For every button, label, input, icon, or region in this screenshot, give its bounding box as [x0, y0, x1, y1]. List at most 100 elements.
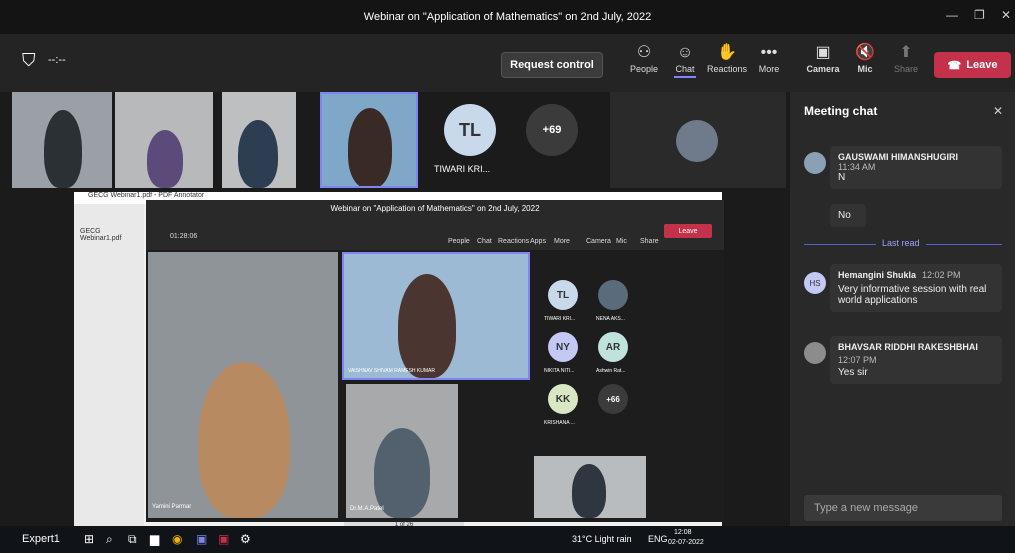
shared-timer: 01:28:06 [170, 233, 198, 240]
participant-silhouette [44, 110, 82, 188]
message-text: N [838, 172, 846, 183]
windows-icon[interactable]: ⊞ [84, 532, 94, 546]
shared-name-1: Yamini Parmar [152, 504, 192, 510]
people-icon: ⚇ [636, 44, 652, 61]
shared-reactions: Reactions [498, 238, 530, 245]
camera-button[interactable]: ▣ Camera [801, 42, 845, 86]
chat-active-indicator [674, 76, 696, 78]
chat-icon: ☺ [676, 44, 694, 61]
participant-silhouette [374, 428, 430, 518]
message-time: 11:34 AM [838, 162, 876, 172]
camera-off-icon: ▣ [815, 44, 831, 61]
phone-icon: ☎ [947, 59, 962, 72]
shared-roster-name: KRISHANA ... [544, 420, 575, 426]
participant-silhouette [572, 464, 606, 518]
file-explorer-icon[interactable]: ▆ [150, 532, 159, 546]
pdf-file-tab[interactable]: GECG Webinar1.pdf [80, 228, 144, 242]
shared-apps: Apps [530, 238, 546, 245]
title-bar: Webinar on "Application of Mathematics" … [0, 0, 1015, 34]
shared-avatar-photo [598, 280, 628, 310]
shared-share: Share [640, 238, 659, 245]
shared-avatar-ny: NY [548, 332, 578, 362]
message-time: 12:02 PM [922, 270, 961, 280]
maximize-icon[interactable]: ❐ [974, 8, 985, 22]
pdf-sidebar: GECG Webinar1.pdf [74, 204, 144, 530]
shared-mic: Mic [616, 238, 627, 245]
shared-video-patel: Dr.M.A.Patel [346, 384, 458, 518]
mic-off-icon: 🔇 [855, 44, 875, 61]
taskbar-user: Expert1 [22, 533, 60, 545]
video-tile-speaker[interactable] [320, 92, 418, 188]
shared-video-small [534, 456, 646, 518]
chat-avatar [804, 152, 826, 174]
request-control-button[interactable]: Request control [501, 52, 603, 78]
avatar-tl: TL [444, 104, 496, 156]
shared-toolbar: Webinar on "Application of Mathematics" … [146, 200, 724, 250]
video-tile-2[interactable] [115, 92, 213, 188]
shared-chat: Chat [477, 238, 492, 245]
reactions-button[interactable]: ✋ Reactions [705, 42, 749, 86]
weather[interactable]: 31°C Light rain [572, 534, 632, 544]
last-read-label: Last read [876, 238, 926, 248]
overflow-count[interactable]: +69 [526, 104, 578, 156]
message-text: Yes sir [838, 367, 868, 378]
close-window-icon[interactable]: ✕ [1001, 8, 1011, 22]
shared-camera: Camera [586, 238, 611, 245]
reactions-icon: ✋ [717, 44, 737, 61]
shared-video-yamini: Yamini Parmar [148, 252, 338, 518]
chat-button[interactable]: ☺ Chat [663, 42, 707, 86]
chat-avatar-hs: HS [804, 272, 826, 294]
mic-button[interactable]: 🔇 Mic [843, 42, 887, 86]
language[interactable]: ENG [648, 534, 668, 544]
chat-message: No [830, 204, 866, 227]
more-icon: ••• [760, 44, 778, 61]
shared-screen: GECG Webinar1.pdf - PDF Annotator GECG W… [74, 192, 724, 530]
minimize-icon[interactable]: — [946, 8, 958, 22]
task-view-icon[interactable]: ⧉ [128, 532, 137, 547]
chat-panel: Meeting chat ✕ GAUSWAMI HIMANSHUGIRI 11:… [790, 92, 1015, 542]
message-author: BHAVSAR RIDDHI RAKESHBHAI [838, 342, 978, 352]
pdf-app-icon[interactable]: ▣ [218, 532, 229, 546]
close-chat-icon[interactable]: ✕ [993, 104, 1003, 118]
message-time: 12:07 PM [838, 355, 877, 365]
message-text: Very informative session with real world… [838, 284, 987, 306]
participant-silhouette [238, 120, 278, 188]
settings-icon[interactable]: ⚙ [240, 532, 251, 546]
meeting-timer: --:-- [48, 54, 66, 66]
chat-message: BHAVSAR RIDDHI RAKESHBHAI 12:07 PM Yes s… [830, 336, 1002, 384]
participant-photo [676, 120, 718, 162]
shared-people: People [448, 238, 470, 245]
share-button[interactable]: ⬆ Share [884, 42, 928, 86]
participant-silhouette [348, 108, 392, 186]
chat-input[interactable]: Type a new message [804, 495, 1002, 521]
message-author: Hemangini Shukla [838, 270, 917, 280]
leave-button[interactable]: ☎ Leave [934, 52, 1011, 78]
shared-avatar-ar: AR [598, 332, 628, 362]
teams-icon[interactable]: ▣ [196, 532, 207, 546]
clock-date: 02-07-2022 [668, 539, 704, 546]
shared-avatar-kk: KK [548, 384, 578, 414]
shared-avatar-tl: TL [548, 280, 578, 310]
search-icon[interactable]: ⌕ [106, 532, 113, 547]
shared-video-speaker: VAISHNAV SHIVAM RAMESH KUMAR [342, 252, 530, 380]
participant-silhouette [398, 274, 456, 378]
shared-speaker-name: VAISHNAV SHIVAM RAMESH KUMAR [348, 368, 435, 374]
shared-roster-name: NENA AKS... [596, 316, 625, 322]
video-tile-4[interactable] [610, 92, 786, 188]
more-button[interactable]: ••• More [747, 42, 791, 86]
video-tile-3[interactable] [222, 92, 296, 188]
taskbar: Expert1 ⊞ ⌕ ⧉ ▆ ◉ ▣ ▣ ⚙ 31°C Light rain … [0, 526, 1015, 553]
shared-teams-window: Webinar on "Application of Mathematics" … [146, 200, 724, 522]
chat-title: Meeting chat [804, 104, 878, 118]
chat-message: Hemangini Shukla 12:02 PM Very informativ… [830, 264, 1002, 312]
chrome-icon[interactable]: ◉ [172, 532, 182, 546]
people-button[interactable]: ⚇ People [622, 42, 666, 86]
meeting-toolbar: ⛉ --:-- Request control ⚇ People ☺ Chat ✋ R… [0, 34, 1015, 92]
shared-roster-name: Ashwin Rat... [596, 368, 626, 374]
shared-roster-name: TIWARI KRI... [544, 316, 576, 322]
shared-overflow: +66 [598, 384, 628, 414]
share-icon: ⬆ [899, 44, 913, 61]
video-tile-1[interactable] [12, 92, 112, 188]
shared-more: More [554, 238, 570, 245]
message-author: GAUSWAMI HIMANSHUGIRI [838, 152, 958, 162]
